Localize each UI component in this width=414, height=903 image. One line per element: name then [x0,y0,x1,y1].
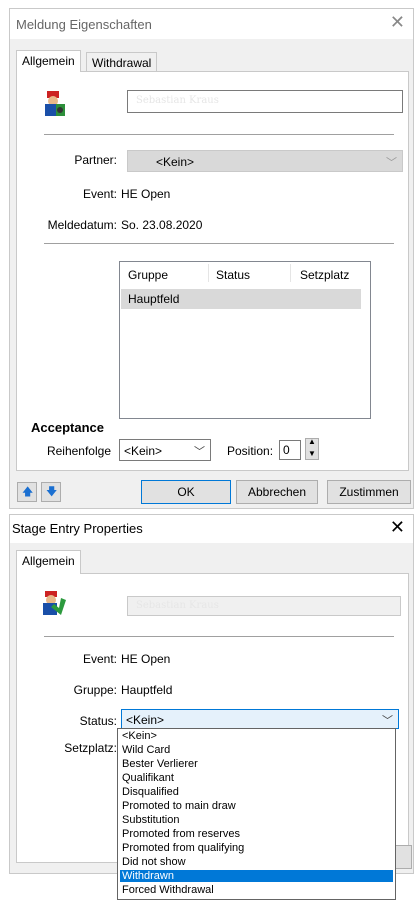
reihenfolge-value: <Kein> [124,444,163,458]
reihenfolge-select[interactable]: <Kein> ﹀ [119,439,211,461]
column-divider [290,264,291,282]
dialog-meldung-eigenschaften: Meldung Eigenschaften ✕ Allgemein Withdr… [9,8,414,509]
table-row[interactable]: Hauptfeld [121,289,361,309]
column-header-status[interactable]: Status [216,268,250,282]
spin-down-icon[interactable]: ▼ [308,449,316,458]
cancel-button[interactable]: Abbrechen [236,480,318,504]
position-value: 0 [283,443,290,457]
person-check-icon [41,590,67,616]
position-spinner[interactable]: ▲ ▼ [305,437,319,460]
tab-allgemein[interactable]: Allgemein [16,550,81,574]
column-header-setzplatz[interactable]: Setzplatz [300,268,349,282]
separator [44,636,394,638]
event-label: Event: [82,652,117,666]
status-option[interactable]: Bester Verlierer [120,758,393,770]
chevron-down-icon: ﹀ [194,446,205,458]
event-value: HE Open [121,187,171,201]
name-field[interactable]: Sebastian Kraus [127,90,403,113]
status-select[interactable]: <Kein> ﹀ [121,709,399,729]
tab-pane: Sebastian Kraus Partner: <Kein> ﹀ Event:… [16,71,409,471]
partner-label: Partner: [74,153,117,167]
status-option[interactable]: <Kein> [120,730,393,742]
chevron-down-icon: ﹀ [382,715,393,727]
spin-up-icon[interactable]: ▲ [308,437,316,446]
name-placeholder: Sebastian Kraus [136,600,219,611]
meldedatum-value: So. 23.08.2020 [121,218,203,232]
name-field: Sebastian Kraus [127,596,401,616]
acceptance-heading: Acceptance [31,420,104,435]
status-option[interactable]: Promoted from reserves [120,828,393,840]
event-label: Event: [82,187,117,201]
person-icon [43,90,67,118]
separator [44,134,394,136]
close-icon[interactable]: ✕ [390,518,405,536]
status-option[interactable]: Promoted from qualifying [120,842,393,854]
dialog-title: Stage Entry Properties [12,521,143,536]
column-divider [208,264,209,282]
partner-select[interactable]: <Kein> ﹀ [127,150,403,172]
status-option[interactable]: Wild Card [120,744,393,756]
status-label: Status: [79,714,117,728]
partner-value: <Kein> [156,155,195,169]
status-option[interactable]: Forced Withdrawal [120,884,393,896]
status-option[interactable]: Did not show [120,856,393,868]
move-down-button[interactable]: 🡇 [41,482,61,502]
position-input[interactable]: 0 [279,440,301,460]
title-bar: Meldung Eigenschaften ✕ [10,9,413,39]
status-value: <Kein> [126,713,165,727]
arrow-up-icon: 🡅 [22,486,34,498]
move-up-button[interactable]: 🡅 [17,482,37,502]
table-cell-gruppe: Hauptfeld [128,292,180,306]
status-dropdown-list[interactable]: <Kein> Wild Card Bester Verlierer Qualifika… [117,728,396,900]
status-option[interactable]: Withdrawn [120,870,393,882]
status-option[interactable]: Substitution [120,814,393,826]
ok-button[interactable]: OK [141,480,231,504]
position-label: Position: [227,444,274,458]
status-option[interactable]: Promoted to main draw [120,800,393,812]
meldedatum-label: Meldedatum: [47,218,117,232]
separator [44,243,394,245]
name-placeholder: Sebastian Kraus [136,95,219,106]
gruppe-label: Gruppe: [73,683,117,697]
dialog-title: Meldung Eigenschaften [16,17,152,32]
title-bar: Stage Entry Properties ✕ [10,515,413,543]
reihenfolge-label: Reihenfolge [46,444,111,458]
tab-withdrawal[interactable]: Withdrawal [86,52,158,72]
status-option[interactable]: Qualifikant [120,772,393,784]
status-option[interactable]: Disqualified [120,786,393,798]
chevron-down-icon: ﹀ [386,157,397,169]
column-header-gruppe[interactable]: Gruppe [128,268,168,282]
agree-button[interactable]: Zustimmen [327,480,411,504]
arrow-down-icon: 🡇 [46,486,58,498]
group-listview[interactable]: Gruppe Status Setzplatz Hauptfeld [119,261,371,419]
gruppe-value: Hauptfeld [121,683,173,697]
event-value: HE Open [121,652,171,666]
tab-allgemein[interactable]: Allgemein [16,50,81,72]
close-icon[interactable]: ✕ [390,13,405,31]
setzplatz-label: Setzplatz: [64,741,117,755]
